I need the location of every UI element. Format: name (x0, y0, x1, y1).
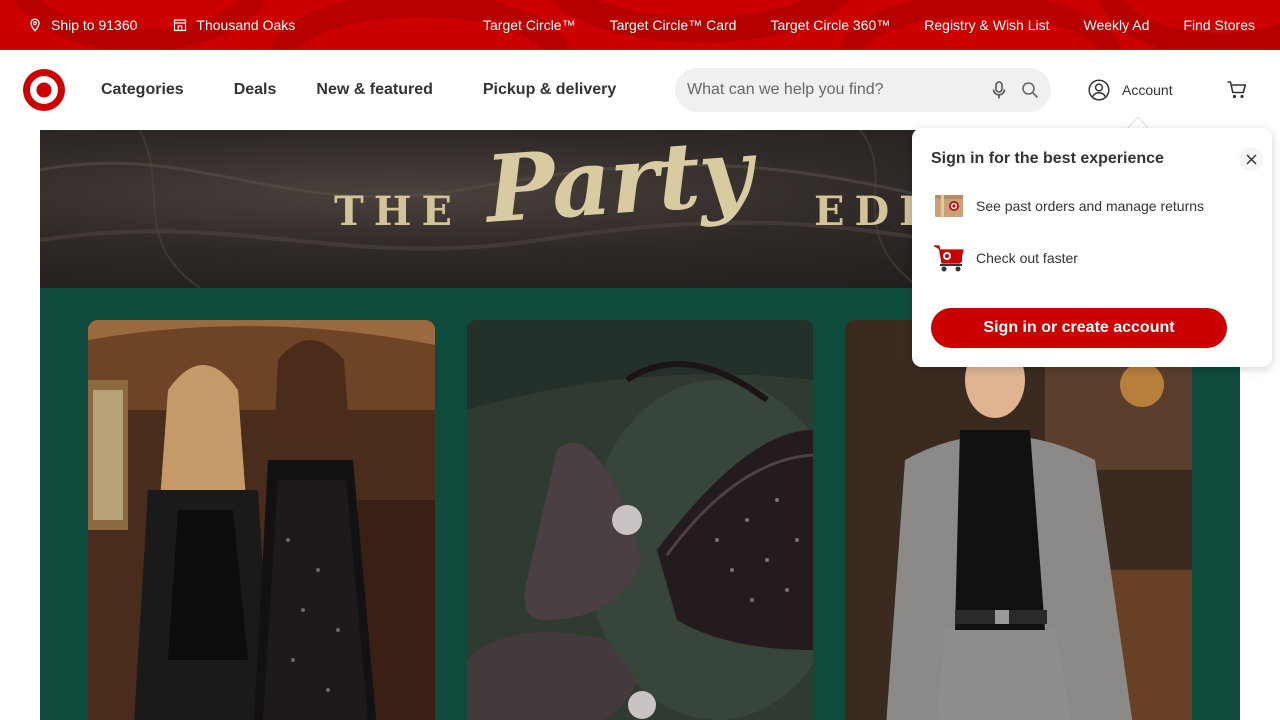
main-header: Categories Deals New & featured Pickup &… (0, 50, 1280, 130)
nav-pickup-delivery[interactable]: Pickup & delivery (483, 81, 616, 99)
product-tile-dresses[interactable] (88, 320, 435, 720)
hero-word-edit: EDI (814, 188, 928, 235)
product-tile-menswear[interactable] (845, 320, 1192, 720)
cart-icon[interactable] (1226, 79, 1248, 101)
search-icon[interactable] (1021, 81, 1039, 99)
account-label: Account (1122, 82, 1173, 98)
account-flyout: Sign in for the best experience See past… (912, 128, 1272, 367)
benefit-past-orders-text: See past orders and manage returns (976, 198, 1205, 214)
benefit-checkout: Check out faster (933, 243, 1078, 273)
ship-to-link[interactable]: Ship to 91360 (28, 17, 137, 33)
menswear-image (845, 320, 1192, 720)
close-button[interactable] (1239, 147, 1263, 171)
location-pin-icon (30, 18, 40, 32)
close-icon (1246, 154, 1256, 164)
search-input[interactable] (687, 81, 977, 99)
nav-new-featured[interactable]: New & featured (316, 81, 432, 99)
sign-in-button[interactable]: Sign in or create account (931, 308, 1227, 348)
search-bar (675, 68, 1051, 112)
target-circle-360-link[interactable]: Target Circle 360™ (753, 17, 907, 33)
flyout-title: Sign in for the best experience (931, 150, 1164, 167)
utility-bar: Ship to 91360 Thousand Oaks Target Circl… (0, 0, 1280, 50)
benefit-checkout-text: Check out faster (976, 250, 1078, 266)
user-circle-icon (1088, 79, 1110, 101)
find-stores-link[interactable]: Find Stores (1166, 17, 1272, 33)
nav-categories[interactable]: Categories (101, 81, 184, 99)
target-circle-card-link[interactable]: Target Circle™ Card (593, 17, 754, 33)
registry-link[interactable]: Registry & Wish List (907, 17, 1066, 33)
dresses-image (88, 320, 435, 720)
hero-word-the: THE (334, 188, 463, 235)
cart-icon (934, 245, 964, 272)
target-logo-icon[interactable] (22, 68, 66, 112)
nav-deals[interactable]: Deals (234, 81, 277, 99)
product-tile-accessories[interactable] (467, 320, 814, 720)
microphone-icon[interactable] (989, 80, 1009, 100)
benefit-past-orders: See past orders and manage returns (933, 191, 1204, 221)
ship-to-label: Ship to 91360 (51, 17, 138, 33)
package-icon (935, 195, 963, 217)
store-link[interactable]: Thousand Oaks (173, 17, 295, 33)
shoes-and-bag-image (467, 320, 813, 720)
hero-word-party: Party (482, 130, 755, 244)
store-label: Thousand Oaks (196, 17, 296, 33)
primary-nav: Categories Deals New & featured Pickup &… (101, 50, 666, 130)
store-icon (174, 19, 187, 32)
weekly-ad-link[interactable]: Weekly Ad (1067, 17, 1167, 33)
target-circle-link[interactable]: Target Circle™ (466, 17, 593, 33)
